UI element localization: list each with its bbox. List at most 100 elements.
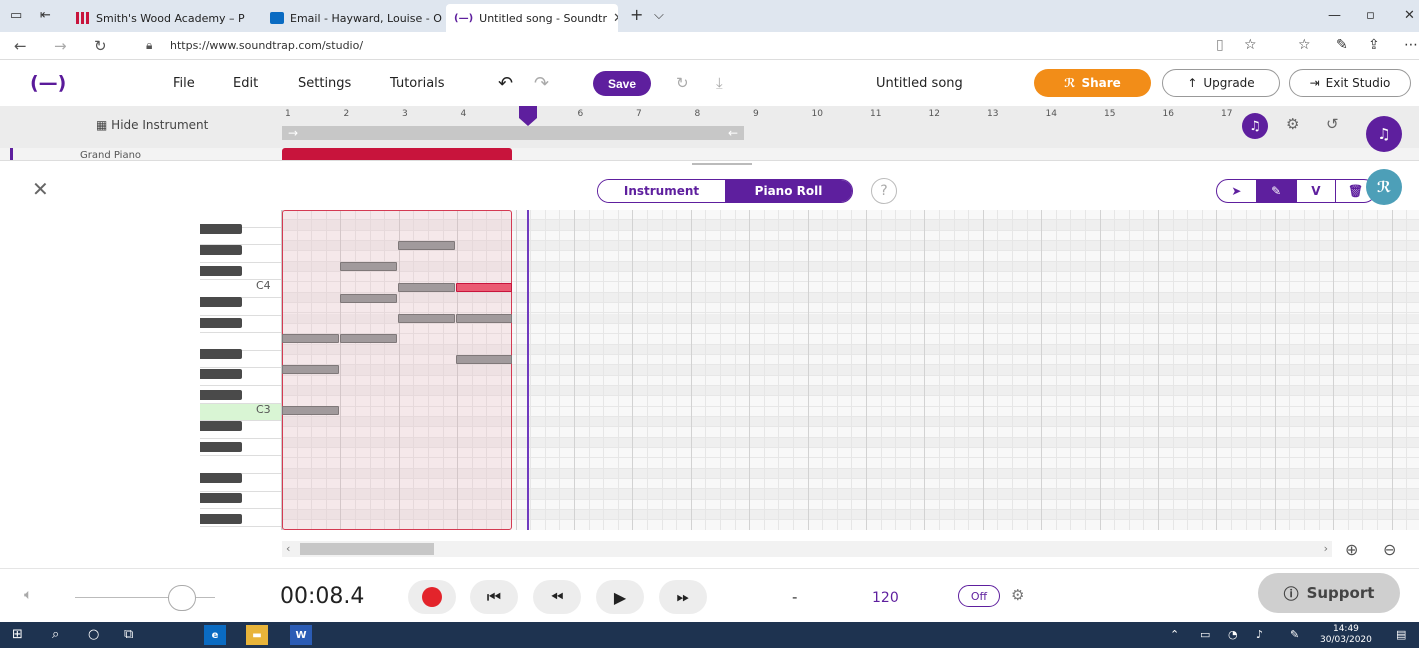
key-selector[interactable]: - <box>792 588 797 606</box>
redo-icon[interactable]: ↷ <box>534 73 549 94</box>
pen-tray-icon[interactable]: ✎ <box>1290 628 1299 641</box>
battery-icon[interactable]: ▭ <box>1200 628 1210 641</box>
midi-note[interactable] <box>340 262 397 271</box>
metronome-settings-icon[interactable]: ⚙ <box>1011 586 1024 604</box>
metronome-toggle[interactable]: Off <box>958 585 1000 607</box>
song-title[interactable]: Untitled song <box>876 76 963 91</box>
edge-app-icon[interactable]: e <box>204 625 226 645</box>
pen-icon[interactable]: ✎ <box>1336 37 1348 53</box>
scroll-thumb[interactable] <box>300 543 434 555</box>
scroll-left-icon[interactable]: ‹ <box>286 542 290 555</box>
midi-note[interactable] <box>456 314 512 323</box>
network-icon[interactable]: ◔ <box>1228 628 1238 641</box>
select-tool-icon[interactable]: ➤ <box>1217 180 1257 202</box>
bar-number[interactable]: 15 <box>1104 109 1115 119</box>
black-key[interactable] <box>200 472 242 483</box>
window-close-icon[interactable]: ✕ <box>1404 8 1415 23</box>
tray-expand-icon[interactable]: ⌃ <box>1170 628 1179 641</box>
timeline-ruler[interactable]: ▦ Hide Instrument 1234567891011121314151… <box>0 106 1419 148</box>
menu-file[interactable]: File <box>173 76 195 91</box>
cortana-icon[interactable]: ○ <box>88 627 99 642</box>
black-key[interactable] <box>200 317 242 328</box>
help-button[interactable]: ? <box>871 178 897 204</box>
soundtrap-logo[interactable]: (—) <box>30 72 66 94</box>
notifications-icon[interactable]: ▤ <box>1396 628 1406 641</box>
black-key[interactable] <box>200 224 242 235</box>
midi-region[interactable] <box>282 148 512 160</box>
velocity-tool[interactable]: V <box>1297 180 1337 202</box>
zoom-out-icon[interactable]: ⊖ <box>1383 540 1396 559</box>
white-key[interactable] <box>200 456 281 474</box>
hide-instrument-button[interactable]: ▦ Hide Instrument <box>96 118 208 132</box>
panel-resize-handle[interactable] <box>692 163 752 165</box>
black-key[interactable] <box>200 265 242 276</box>
back-icon[interactable]: ← <box>14 37 27 55</box>
system-clock[interactable]: 14:49 30/03/2020 <box>1320 624 1372 646</box>
set-aside-tabs-icon[interactable]: ⇤ <box>40 8 51 23</box>
black-key[interactable] <box>200 514 242 525</box>
zoom-in-icon[interactable]: ⊕ <box>1345 540 1358 559</box>
more-icon[interactable]: ⋯ <box>1404 37 1418 53</box>
share-button[interactable]: ℛ Share <box>1034 69 1151 97</box>
bar-number[interactable]: 10 <box>812 109 823 119</box>
tab-piano-roll[interactable]: Piano Roll <box>725 180 852 202</box>
word-app-icon[interactable]: W <box>290 625 312 645</box>
share-page-icon[interactable]: ⇪ <box>1368 37 1380 53</box>
bar-number[interactable]: 16 <box>1163 109 1174 119</box>
bar-number[interactable]: 4 <box>461 109 467 119</box>
bar-number[interactable]: 6 <box>578 109 584 119</box>
speaker-icon[interactable]: ♪ <box>1256 628 1263 641</box>
loop-range[interactable]: → ← <box>282 126 744 140</box>
menu-edit[interactable]: Edit <box>233 76 258 91</box>
search-icon[interactable]: ⌕ <box>52 627 59 642</box>
url-field[interactable]: https://www.soundtrap.com/studio/ <box>170 39 363 52</box>
exit-studio-button[interactable]: ⇥ Exit Studio <box>1289 69 1411 97</box>
task-view-icon[interactable]: ⧉ <box>124 627 133 642</box>
midi-note[interactable] <box>282 334 339 343</box>
loop-toggle-icon[interactable]: ↺ <box>1326 115 1339 133</box>
record-button[interactable] <box>408 580 456 614</box>
pencil-tool-icon[interactable]: ✎ <box>1256 180 1297 202</box>
piano-keyboard[interactable]: C4 C3 <box>200 210 282 530</box>
minimize-icon[interactable]: — <box>1328 8 1341 23</box>
upgrade-button[interactable]: ↑ Upgrade <box>1162 69 1280 97</box>
bar-number[interactable]: 8 <box>695 109 701 119</box>
tab-actions-icon[interactable]: ▭ <box>10 8 22 23</box>
bar-number[interactable]: 13 <box>987 109 998 119</box>
bar-number[interactable]: 11 <box>870 109 881 119</box>
tab-smiths-wood[interactable]: Smith's Wood Academy – P <box>68 4 256 32</box>
volume-knob[interactable] <box>168 585 196 611</box>
menu-tutorials[interactable]: Tutorials <box>390 76 445 91</box>
new-tab-button[interactable]: + <box>630 5 643 24</box>
black-key[interactable] <box>200 348 242 359</box>
black-key[interactable] <box>200 245 242 256</box>
playhead-handle-icon[interactable] <box>518 106 538 126</box>
black-key[interactable] <box>200 493 242 504</box>
support-button[interactable]: ⓘ Support <box>1258 573 1400 613</box>
midi-note[interactable] <box>398 241 455 250</box>
file-explorer-icon[interactable]: ▬ <box>246 625 268 645</box>
tab-email[interactable]: Email - Hayward, Louise - O <box>262 4 442 32</box>
bar-number[interactable]: 7 <box>636 109 642 119</box>
forward-icon[interactable]: → <box>54 37 67 55</box>
history-icon[interactable]: ↻ <box>676 74 689 92</box>
bar-number[interactable]: 17 <box>1221 109 1232 119</box>
tab-close-icon[interactable]: ✕ <box>613 11 618 26</box>
scroll-right-icon[interactable]: › <box>1324 542 1328 555</box>
save-button[interactable]: Save <box>593 71 651 96</box>
bar-number[interactable]: 3 <box>402 109 408 119</box>
settings-gear-icon[interactable]: ⚙ <box>1286 115 1299 133</box>
black-key[interactable] <box>200 421 242 431</box>
tempo-field[interactable]: 120 <box>872 590 899 606</box>
favorite-star-icon[interactable]: ☆ <box>1244 37 1257 53</box>
white-key[interactable] <box>200 527 281 530</box>
favorites-list-icon[interactable]: ☆ <box>1298 37 1311 53</box>
loops-button[interactable]: ♫ <box>1366 116 1402 152</box>
horizontal-scrollbar[interactable]: ‹ › <box>282 541 1332 557</box>
rewind-button[interactable]: ⏪︎ <box>533 580 581 614</box>
fast-forward-button[interactable]: ⏩︎ <box>659 580 707 614</box>
go-to-start-button[interactable]: ⏮︎ <box>470 580 518 614</box>
midi-note[interactable] <box>456 355 512 364</box>
bar-number[interactable]: 2 <box>344 109 350 119</box>
collaborate-button[interactable]: ℛ <box>1366 169 1402 205</box>
